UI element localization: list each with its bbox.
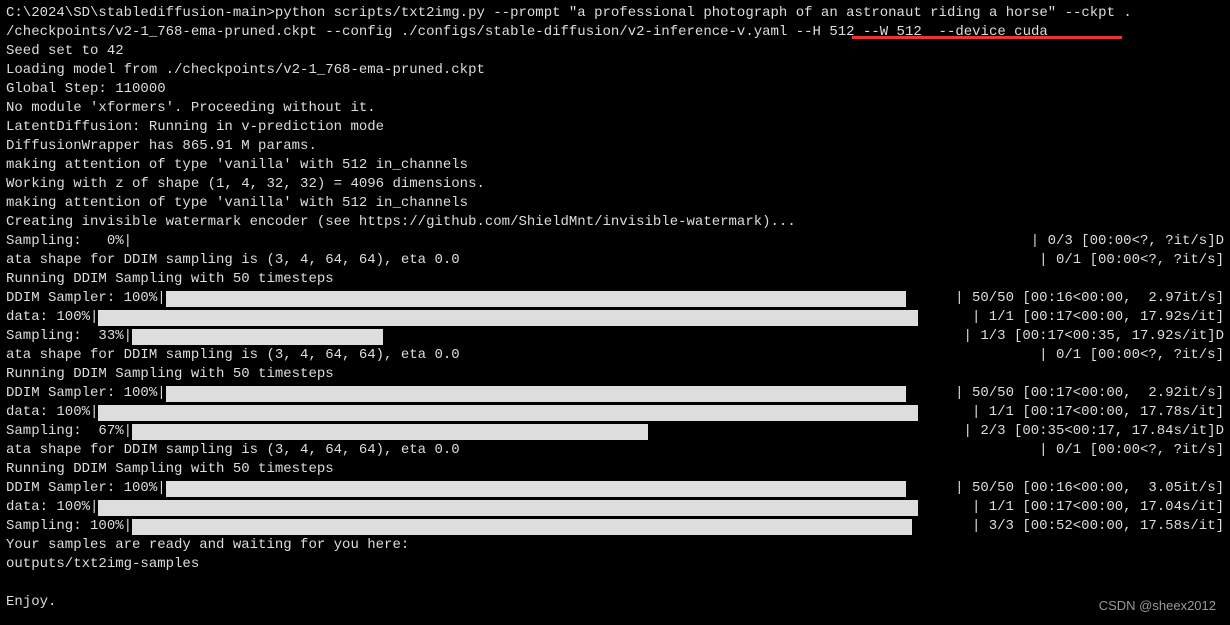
progress-label: DDIM Sampler: 100%| [6,289,166,308]
progress-line: Running DDIM Sampling with 50 timesteps [6,365,1224,384]
log-line: Creating invisible watermark encoder (se… [6,213,1224,232]
command-line-2: /checkpoints/v2-1_768-ema-pruned.ckpt --… [6,23,1224,42]
progress-stats: | 0/3 [00:00<?, ?it/s]D [1031,232,1224,251]
log-line: Global Step: 110000 [6,80,1224,99]
progress-bar [166,481,906,497]
progress-line: data: 100%| | 1/1 [00:17<00:00, 17.04s/it… [6,498,1224,517]
progress-label: DDIM Sampler: 100%| [6,384,166,403]
progress-label: data: 100%| [6,403,98,422]
progress-label: Sampling: 67%| [6,422,132,441]
progress-line: DDIM Sampler: 100%| | 50/50 [00:17<00:00,… [6,384,1224,403]
command-line-1: C:\2024\SD\stablediffusion-main>python s… [6,4,1224,23]
footer-output: Your samples are ready and waiting for y… [6,536,1224,612]
footer-line [6,574,1224,593]
progress-stats: | 1/1 [00:17<00:00, 17.78s/it] [972,403,1224,422]
progress-line: DDIM Sampler: 100%| | 50/50 [00:16<00:00,… [6,479,1224,498]
log-line: Seed set to 42 [6,42,1224,61]
progress-label: DDIM Sampler: 100%| [6,479,166,498]
progress-stats: | 3/3 [00:52<00:00, 17.58s/it] [972,517,1224,536]
progress-label: data: 100%| [6,498,98,517]
highlight-underline [852,36,1122,39]
progress-stats: | 50/50 [00:16<00:00, 2.97it/s] [955,289,1224,308]
progress-stats: | 1/1 [00:17<00:00, 17.04s/it] [972,498,1224,517]
log-line: Working with z of shape (1, 4, 32, 32) =… [6,175,1224,194]
progress-line: Running DDIM Sampling with 50 timesteps [6,270,1224,289]
progress-line: data: 100%| | 1/1 [00:17<00:00, 17.92s/it… [6,308,1224,327]
footer-line: outputs/txt2img-samples [6,555,1224,574]
log-line: No module 'xformers'. Proceeding without… [6,99,1224,118]
progress-bar [132,519,912,535]
log-line: LatentDiffusion: Running in v-prediction… [6,118,1224,137]
progress-line: ata shape for DDIM sampling is (3, 4, 64… [6,441,1224,460]
footer-line: Your samples are ready and waiting for y… [6,536,1224,555]
progress-bar [132,424,648,440]
progress-label: data: 100%| [6,308,98,327]
progress-output: Sampling: 0%|| 0/3 [00:00<?, ?it/s]Data … [6,232,1224,536]
log-line: DiffusionWrapper has 865.91 M params. [6,137,1224,156]
log-output: Seed set to 42Loading model from ./check… [6,42,1224,232]
progress-line: Sampling: 67%| | 2/3 [00:35<00:17, 17.84s… [6,422,1224,441]
progress-label: Sampling: 0%| [6,232,132,251]
progress-line: Sampling: 33%| | 1/3 [00:17<00:35, 17.92s… [6,327,1224,346]
progress-bar [98,405,918,421]
progress-stats: | 1/1 [00:17<00:00, 17.92s/it] [972,308,1224,327]
watermark: CSDN @sheex2012 [1099,596,1216,615]
progress-label: Sampling: 100%| [6,517,132,536]
progress-stats: | 50/50 [00:17<00:00, 2.92it/s] [955,384,1224,403]
progress-bar [166,386,906,402]
log-line: Loading model from ./checkpoints/v2-1_76… [6,61,1224,80]
progress-line: Running DDIM Sampling with 50 timesteps [6,460,1224,479]
progress-bar [98,500,918,516]
progress-bar [132,329,383,345]
progress-bar [98,310,918,326]
progress-line: Sampling: 0%| | 0/3 [00:00<?, ?it/s]D [6,232,1224,251]
log-line: making attention of type 'vanilla' with … [6,156,1224,175]
progress-line: ata shape for DDIM sampling is (3, 4, 64… [6,251,1224,270]
progress-label: Sampling: 33%| [6,327,132,346]
progress-line: data: 100%| | 1/1 [00:17<00:00, 17.78s/it… [6,403,1224,422]
progress-line: ata shape for DDIM sampling is (3, 4, 64… [6,346,1224,365]
progress-stats: | 50/50 [00:16<00:00, 3.05it/s] [955,479,1224,498]
log-line: making attention of type 'vanilla' with … [6,194,1224,213]
progress-line: Sampling: 100%| | 3/3 [00:52<00:00, 17.58… [6,517,1224,536]
progress-stats: | 2/3 [00:35<00:17, 17.84s/it]D [964,422,1224,441]
progress-stats: | 1/3 [00:17<00:35, 17.92s/it]D [964,327,1224,346]
footer-line: Enjoy. [6,593,1224,612]
progress-bar [166,291,906,307]
progress-line: DDIM Sampler: 100%| | 50/50 [00:16<00:00,… [6,289,1224,308]
